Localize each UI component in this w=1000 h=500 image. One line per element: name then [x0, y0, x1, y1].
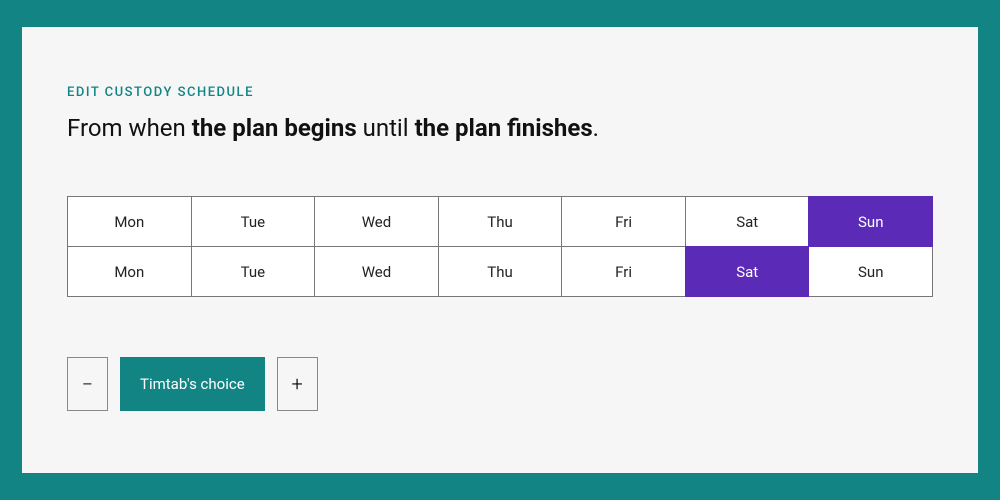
day-cell[interactable]: Sat — [685, 246, 810, 297]
timtab-choice-button[interactable]: Timtab's choice — [120, 357, 265, 411]
day-cell[interactable]: Mon — [67, 196, 192, 247]
day-cell[interactable]: Sun — [808, 246, 933, 297]
headline: From when the plan begins until the plan… — [67, 114, 933, 142]
day-cell[interactable]: Thu — [438, 246, 563, 297]
day-cell[interactable]: Fri — [561, 196, 686, 247]
controls-row: − Timtab's choice + — [67, 357, 933, 411]
day-cell[interactable]: Wed — [314, 196, 439, 247]
day-cell[interactable]: Thu — [438, 196, 563, 247]
increment-button[interactable]: + — [277, 357, 318, 411]
schedule-row: MonTueWedThuFriSatSun — [67, 196, 933, 247]
schedule-row: MonTueWedThuFriSatSun — [67, 247, 933, 297]
headline-part: From when — [67, 114, 192, 142]
day-cell[interactable]: Tue — [191, 246, 316, 297]
day-cell[interactable]: Fri — [561, 246, 686, 297]
edit-custody-panel: EDIT CUSTODY SCHEDULE From when the plan… — [22, 27, 978, 473]
headline-part: . — [593, 114, 599, 142]
section-eyebrow: EDIT CUSTODY SCHEDULE — [67, 85, 933, 100]
day-cell[interactable]: Mon — [67, 246, 192, 297]
headline-part: until — [357, 114, 415, 142]
headline-bold: the plan begins — [192, 114, 357, 142]
decrement-button[interactable]: − — [67, 357, 108, 411]
day-cell[interactable]: Wed — [314, 246, 439, 297]
day-cell[interactable]: Sat — [685, 196, 810, 247]
day-cell[interactable]: Sun — [808, 196, 933, 247]
headline-bold: the plan finishes — [415, 114, 593, 142]
day-cell[interactable]: Tue — [191, 196, 316, 247]
schedule-grid: MonTueWedThuFriSatSunMonTueWedThuFriSatS… — [67, 196, 933, 297]
